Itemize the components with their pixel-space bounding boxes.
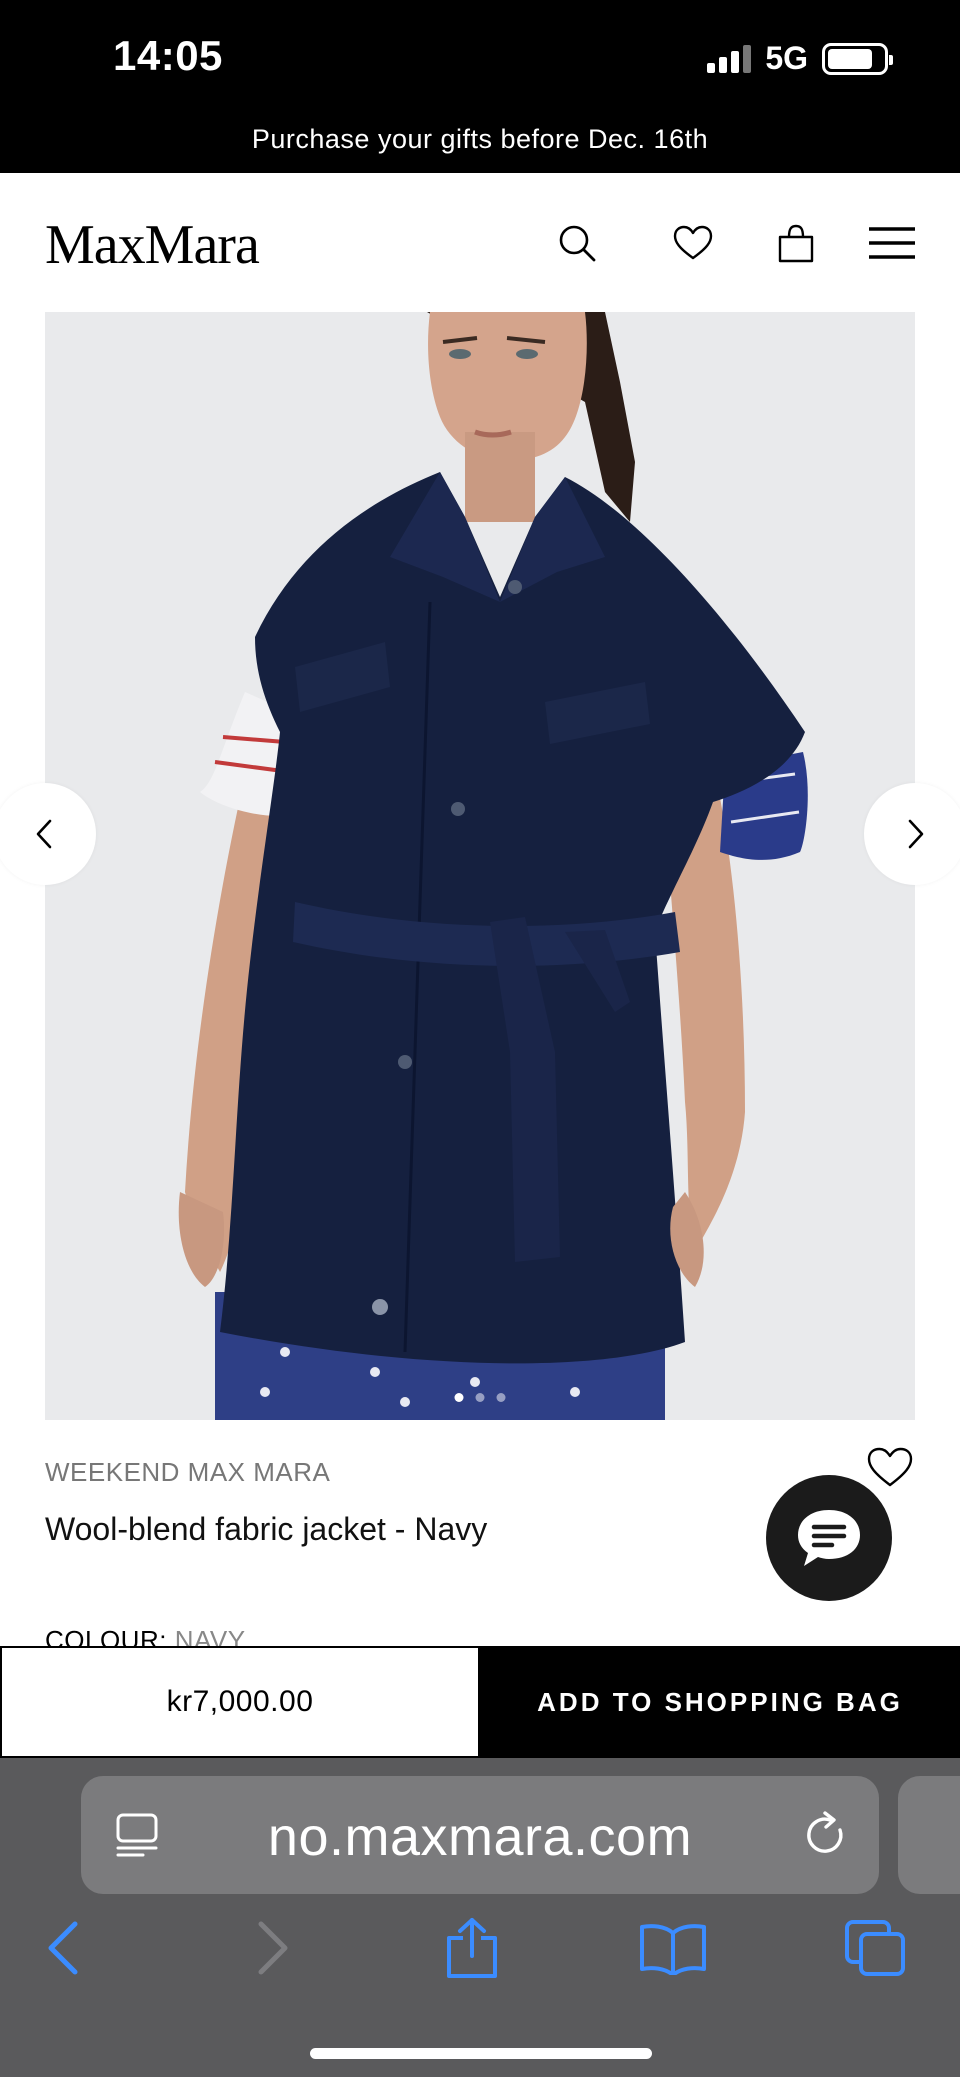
product-price: kr7,000.00 bbox=[0, 1646, 480, 1758]
add-to-wishlist-button[interactable] bbox=[866, 1446, 916, 1496]
battery-icon bbox=[822, 42, 893, 75]
product-image[interactable] bbox=[45, 312, 915, 1420]
chat-bubble-icon bbox=[798, 1510, 860, 1566]
next-image-button[interactable] bbox=[864, 783, 960, 885]
forward-button[interactable] bbox=[238, 1913, 308, 1983]
home-indicator bbox=[310, 2048, 652, 2059]
signal-icon bbox=[707, 44, 752, 73]
share-button[interactable] bbox=[437, 1913, 507, 1983]
chevron-left-icon bbox=[36, 819, 52, 849]
browser-toolbar: no.maxmara.com bbox=[0, 1758, 960, 2077]
product-photo bbox=[45, 312, 915, 1420]
back-arrow-icon bbox=[48, 1921, 78, 1975]
site-header: MaxMara bbox=[0, 173, 960, 310]
book-icon bbox=[640, 1924, 706, 1975]
carousel-dot[interactable] bbox=[496, 1393, 506, 1402]
heart-icon[interactable] bbox=[669, 219, 717, 267]
carousel-dot[interactable] bbox=[454, 1393, 464, 1402]
menu-icon[interactable] bbox=[868, 219, 916, 267]
status-bar: 14:05 5G bbox=[0, 0, 960, 115]
shopping-bag-icon[interactable] bbox=[772, 219, 820, 267]
network-label: 5G bbox=[765, 40, 808, 76]
purchase-bar: kr7,000.00 ADD TO SHOPPING BAG bbox=[0, 1646, 960, 1758]
forward-arrow-icon bbox=[258, 1921, 288, 1975]
bookmarks-button[interactable] bbox=[638, 1913, 708, 1983]
status-time: 14:05 bbox=[113, 32, 223, 79]
tabs-button[interactable] bbox=[840, 1913, 910, 1983]
search-icon[interactable] bbox=[553, 219, 601, 267]
promo-banner[interactable]: Purchase your gifts before Dec. 16th bbox=[0, 115, 960, 173]
carousel-dot[interactable] bbox=[475, 1393, 485, 1402]
product-title: Wool-blend fabric jacket - Navy bbox=[45, 1511, 488, 1547]
product-brand[interactable]: WEEKEND MAX MARA bbox=[45, 1457, 330, 1488]
url-text[interactable]: no.maxmara.com bbox=[81, 1806, 879, 1868]
address-bar[interactable]: no.maxmara.com bbox=[81, 1776, 879, 1894]
chevron-right-icon bbox=[908, 819, 924, 849]
maxmara-logo[interactable]: MaxMara bbox=[45, 213, 260, 277]
chat-button[interactable] bbox=[766, 1475, 892, 1601]
heart-icon bbox=[867, 1447, 913, 1487]
tabs-icon bbox=[845, 1920, 905, 1976]
next-tab-peek[interactable] bbox=[898, 1776, 960, 1894]
share-icon bbox=[447, 1918, 497, 1978]
add-to-bag-button[interactable]: ADD TO SHOPPING BAG bbox=[480, 1646, 960, 1758]
reload-icon[interactable] bbox=[803, 1810, 849, 1865]
back-button[interactable] bbox=[28, 1913, 98, 1983]
carousel-dots bbox=[454, 1393, 506, 1402]
status-indicators: 5G bbox=[707, 40, 893, 77]
